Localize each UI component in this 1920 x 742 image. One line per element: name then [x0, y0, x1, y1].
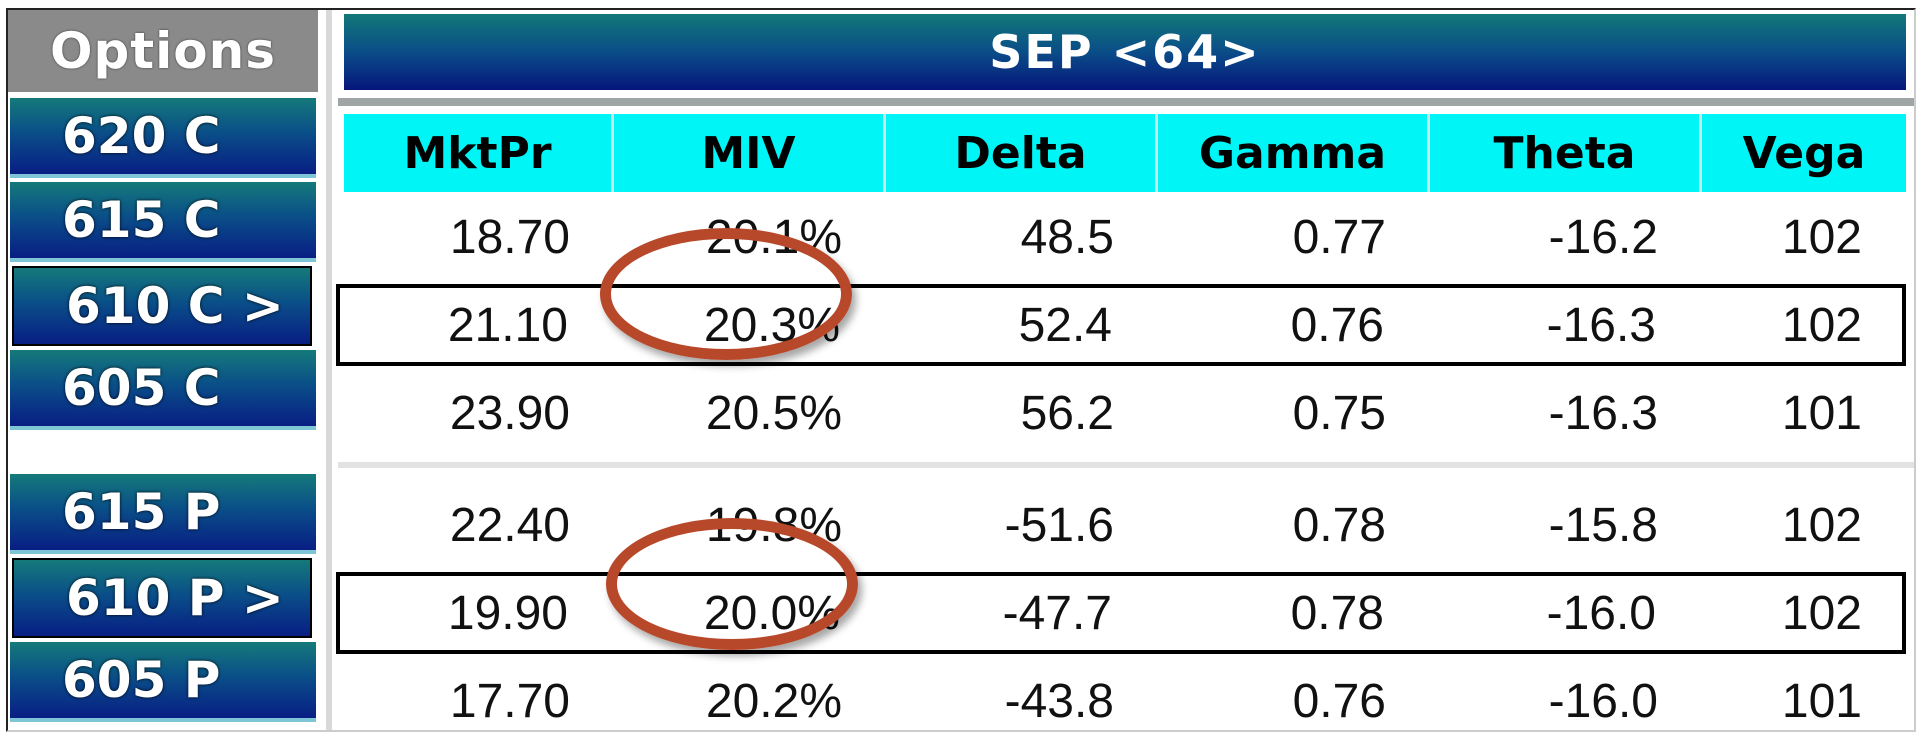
strike-button-615c[interactable]: 615 C [10, 182, 316, 262]
column-header-row: MktPr MIV Delta Gamma Theta Vega [344, 114, 1906, 192]
cell-mktpr: 22.40 [449, 498, 570, 552]
cell-delta: 48.5 [1020, 210, 1114, 264]
cell-vega: 101 [1781, 674, 1862, 728]
cell-mktpr: 17.70 [449, 674, 570, 728]
cell-theta: -16.0 [1548, 674, 1658, 728]
cell-delta: -43.8 [1004, 674, 1114, 728]
cell-gamma: 0.76 [1292, 674, 1386, 728]
options-header[interactable]: Options [8, 10, 318, 92]
cell-mktpr: 23.90 [449, 386, 570, 440]
option-row[interactable]: 22.40 19.8% -51.6 0.78 -15.8 102 [338, 484, 1906, 566]
cell-delta: 52.4 [1018, 298, 1112, 352]
cell-mktpr: 21.10 [447, 298, 568, 352]
column-header-mktpr[interactable]: MktPr [344, 114, 614, 192]
column-header-vega[interactable]: Vega [1702, 114, 1906, 192]
cell-theta: -16.2 [1548, 210, 1658, 264]
column-header-delta[interactable]: Delta [886, 114, 1158, 192]
column-header-theta[interactable]: Theta [1430, 114, 1702, 192]
cell-mktpr: 18.70 [449, 210, 570, 264]
column-header-gamma[interactable]: Gamma [1158, 114, 1430, 192]
cell-delta: 56.2 [1020, 386, 1114, 440]
cell-theta: -16.3 [1546, 298, 1656, 352]
highlight-circle-call-miv [600, 228, 852, 360]
cell-vega: 102 [1781, 298, 1862, 352]
strike-button-620c[interactable]: 620 C [10, 98, 316, 178]
cell-mktpr: 19.90 [447, 586, 568, 640]
cell-gamma: 0.78 [1290, 586, 1384, 640]
header-separator [338, 98, 1914, 106]
option-chain-window: Options 620 C 615 C 610 C > 605 C 615 P … [6, 8, 1916, 732]
highlight-circle-put-miv [606, 518, 858, 650]
cell-delta: -47.7 [1002, 586, 1112, 640]
strike-button-605c[interactable]: 605 C [10, 350, 316, 430]
cell-gamma: 0.77 [1292, 210, 1386, 264]
cell-theta: -16.3 [1548, 386, 1658, 440]
cell-delta: -51.6 [1004, 498, 1114, 552]
strike-button-610c[interactable]: 610 C > [12, 266, 312, 346]
strike-button-610p[interactable]: 610 P > [12, 558, 312, 638]
option-row[interactable]: 23.90 20.5% 56.2 0.75 -16.3 101 [338, 372, 1906, 454]
cell-theta: -15.8 [1548, 498, 1658, 552]
option-row[interactable]: 21.10 20.3% 52.4 0.76 -16.3 102 [336, 284, 1906, 366]
cell-miv: 20.5% [705, 386, 842, 440]
greeks-panel: SEP <64> MktPr MIV Delta Gamma Theta Veg… [336, 10, 1914, 730]
strike-sidebar: Options 620 C 615 C 610 C > 605 C 615 P … [8, 10, 323, 730]
option-row[interactable]: 17.70 20.2% -43.8 0.76 -16.0 101 [338, 660, 1906, 742]
cell-gamma: 0.78 [1292, 498, 1386, 552]
strike-button-605p[interactable]: 605 P [10, 642, 316, 722]
option-row[interactable]: 18.70 20.1% 48.5 0.77 -16.2 102 [338, 196, 1906, 278]
strike-button-615p[interactable]: 615 P [10, 474, 316, 554]
cell-vega: 101 [1781, 386, 1862, 440]
option-row[interactable]: 19.90 20.0% -47.7 0.78 -16.0 102 [336, 572, 1906, 654]
cell-vega: 102 [1781, 210, 1862, 264]
cell-gamma: 0.76 [1290, 298, 1384, 352]
column-header-miv[interactable]: MIV [614, 114, 886, 192]
cell-gamma: 0.75 [1292, 386, 1386, 440]
cell-vega: 102 [1781, 498, 1862, 552]
expiration-title[interactable]: SEP <64> [344, 14, 1906, 90]
cell-theta: -16.0 [1546, 586, 1656, 640]
column-divider [326, 10, 332, 730]
cell-miv: 20.2% [705, 674, 842, 728]
cell-vega: 102 [1781, 586, 1862, 640]
calls-puts-divider [338, 462, 1914, 468]
